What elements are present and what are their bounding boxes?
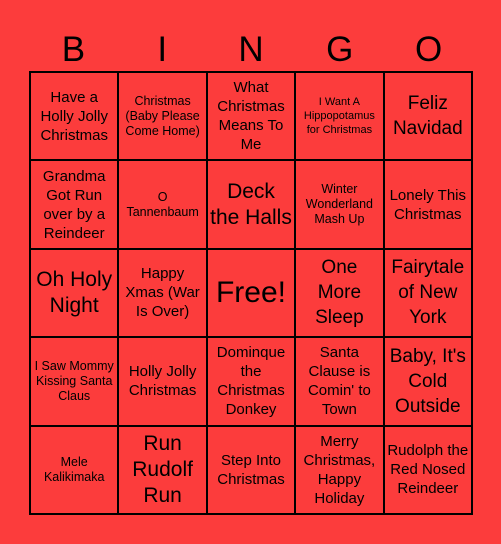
bingo-cell[interactable]: Step Into Christmas (207, 426, 295, 513)
bingo-cell[interactable]: Christmas (Baby Please Come Home) (119, 73, 206, 160)
header-letter-i: I (157, 30, 168, 69)
header-letter-n: N (238, 30, 264, 69)
bingo-cell[interactable]: I Want A Hippopotamus for Christmas (296, 73, 383, 160)
bingo-cell[interactable]: Lonely This Christmas (384, 161, 471, 248)
header-letter-g: G (326, 30, 354, 69)
cell-text: Free! (215, 275, 286, 309)
cell-text: Run Rudolf Run (132, 431, 193, 507)
cell-text: O Tannenbaum (126, 189, 199, 219)
cell-text: Happy Xmas (War Is Over) (125, 265, 200, 321)
cell-text: Rudolph the Red Nosed Reindeer (387, 442, 469, 498)
bingo-cell[interactable]: What Christmas Means To Me (207, 73, 295, 160)
cell-text: Merry Christmas, Happy Holiday (303, 432, 376, 507)
cell-text: Dominque the Christmas Donkey (216, 344, 286, 419)
cell-text: Deck the Halls (210, 179, 292, 229)
bingo-cell[interactable]: Grandma Got Run over by a Reindeer (31, 161, 118, 248)
bingo-grid: Have a Holly Jolly Christmas Christmas (… (29, 71, 473, 515)
bingo-cell[interactable]: Rudolph the Red Nosed Reindeer (384, 426, 471, 513)
bingo-cell[interactable]: Feliz Navidad (384, 73, 471, 160)
bingo-cell[interactable]: Holly Jolly Christmas (119, 338, 206, 425)
cell-text: Winter Wonderland Mash Up (305, 182, 373, 227)
cell-text: Grandma Got Run over by a Reindeer (42, 167, 106, 242)
bingo-cell[interactable]: Happy Xmas (War Is Over) (119, 249, 206, 337)
cell-text: I Saw Mommy Kissing Santa Claus (34, 358, 114, 403)
bingo-cell[interactable]: One More Sleep (296, 249, 383, 337)
bingo-cell[interactable]: Oh Holy Night (31, 249, 118, 337)
cell-text: One More Sleep (315, 257, 364, 329)
cell-text: Holly Jolly Christmas (128, 363, 197, 400)
bingo-cell[interactable]: Baby, It's Cold Outside (384, 338, 471, 425)
cell-text: Feliz Navidad (392, 93, 463, 140)
bingo-cell[interactable]: Santa Clause is Comin' to Town (296, 338, 383, 425)
bingo-cell[interactable]: I Saw Mommy Kissing Santa Claus (31, 338, 118, 425)
cell-text: I Want A Hippopotamus for Christmas (303, 96, 375, 137)
bingo-cell[interactable]: Dominque the Christmas Donkey (207, 338, 295, 425)
cell-text: Baby, It's Cold Outside (389, 345, 466, 417)
cell-text: Step Into Christmas (217, 451, 285, 488)
bingo-cell[interactable]: Winter Wonderland Mash Up (296, 161, 383, 248)
cell-text: Santa Clause is Comin' to Town (307, 344, 371, 419)
bingo-cell[interactable]: Mele Kalikimaka (31, 426, 118, 513)
free-space-cell[interactable]: Free! (207, 249, 295, 337)
cell-text: Oh Holy Night (36, 267, 113, 317)
bingo-cell[interactable]: Merry Christmas, Happy Holiday (296, 426, 383, 513)
header-letter-b: B (61, 30, 86, 69)
bingo-cell[interactable]: Have a Holly Jolly Christmas (31, 73, 118, 160)
cell-text: Have a Holly Jolly Christmas (40, 88, 108, 144)
bingo-header: B I N G O (29, 30, 473, 70)
bingo-cell[interactable]: Fairytale of New York (384, 249, 471, 337)
cell-text: Fairytale of New York (391, 257, 465, 329)
bingo-cell[interactable]: O Tannenbaum (119, 161, 206, 248)
cell-text: Lonely This Christmas (389, 186, 467, 223)
cell-text: What Christmas Means To Me (217, 79, 285, 154)
cell-text: Christmas (Baby Please Come Home) (125, 93, 200, 138)
bingo-cell[interactable]: Run Rudolf Run (119, 426, 206, 513)
header-letter-o: O (414, 30, 443, 69)
cell-text: Mele Kalikimaka (43, 454, 105, 484)
bingo-cell[interactable]: Deck the Halls (207, 161, 295, 248)
